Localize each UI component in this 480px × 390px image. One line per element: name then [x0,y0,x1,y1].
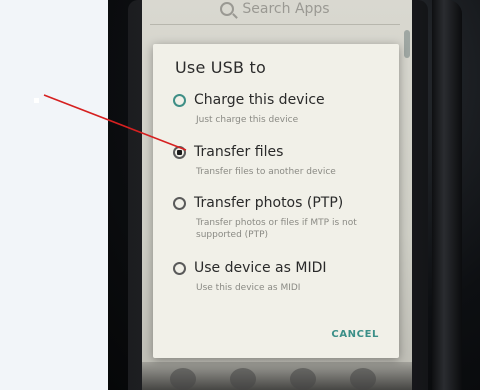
option-description: Use this device as MIDI [196,283,301,293]
blank-background [0,0,108,390]
search-icon [220,2,235,16]
option-transfer-photos[interactable]: Transfer photos (PTP) Transfer photos or… [173,195,393,241]
option-label: Transfer files [194,144,284,160]
option-label: Use device as MIDI [194,260,327,276]
annotation-dot [34,98,39,103]
search-apps-bar[interactable]: Search Apps [150,0,400,25]
option-description: Transfer files to another device [196,167,336,177]
option-charge[interactable]: Charge this device Just charge this devi… [173,92,393,126]
app-icon[interactable] [350,368,376,390]
cancel-button[interactable]: CANCEL [331,329,379,340]
search-placeholder: Search Apps [242,1,330,17]
scrollbar-thumb[interactable] [404,30,410,58]
radio-icon[interactable] [173,93,186,107]
option-description: Just charge this device [196,115,299,125]
app-icon[interactable] [290,368,316,390]
option-description: Transfer photos or files if MTP is not s… [196,218,357,240]
radio-selected-icon[interactable] [173,145,186,159]
radio-icon[interactable] [173,261,186,275]
app-icon[interactable] [170,368,196,390]
option-transfer-files[interactable]: Transfer files Transfer files to another… [173,144,393,178]
photo-scene: Search Apps Use USB to Charge this devic… [0,0,480,390]
radio-icon[interactable] [173,196,186,210]
option-label: Transfer photos (PTP) [194,195,344,211]
option-label: Charge this device [194,92,325,108]
dialog-title: Use USB to [175,58,266,77]
option-midi[interactable]: Use device as MIDI Use this device as MI… [173,260,393,294]
device-edge [432,0,462,390]
usb-options-dialog: Use USB to Charge this device Just charg… [153,44,399,358]
app-icon[interactable] [230,368,256,390]
